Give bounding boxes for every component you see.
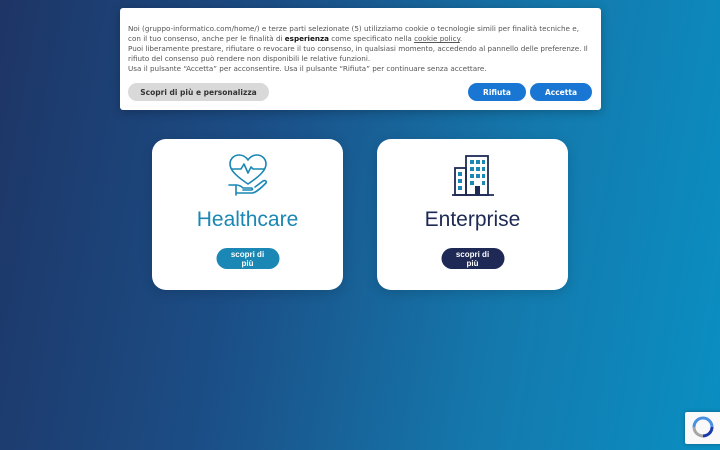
cookie-text-bold: esperienza <box>284 34 330 43</box>
cookie-banner-line2: Puoi liberamente prestare, rifiutare o r… <box>128 44 588 63</box>
accept-button[interactable]: Accetta <box>530 83 592 101</box>
cookie-banner: Noi (gruppo-informatico.com/home/) e ter… <box>120 8 601 110</box>
reject-button[interactable]: Rifiuta <box>468 83 526 101</box>
recaptcha-badge[interactable] <box>685 412 720 444</box>
customize-button[interactable]: Scopri di più e personalizza <box>128 83 269 101</box>
cookie-banner-text: Noi (gruppo-informatico.com/home/) e ter… <box>128 24 593 74</box>
cookie-text-mid: come specificato nella <box>329 34 415 43</box>
enterprise-title: Enterprise <box>424 208 521 231</box>
building-icon <box>451 155 494 196</box>
healthcare-title: Healthcare <box>196 208 299 231</box>
cookie-policy-link[interactable]: cookie policy <box>414 34 460 43</box>
recaptcha-icon <box>692 416 714 438</box>
enterprise-learn-more-button[interactable]: scopri di più <box>441 248 504 269</box>
enterprise-card[interactable]: Enterprise scopri di più <box>377 139 568 290</box>
cookie-text-end: . <box>459 34 463 43</box>
healthcare-card[interactable]: Healthcare scopri di più <box>152 139 343 290</box>
cookie-banner-line3: Usa il pulsante “Accetta” per acconsenti… <box>128 64 487 73</box>
heart-hand-icon <box>227 154 267 196</box>
cookie-banner-line1: Noi (gruppo-informatico.com/home/) e ter… <box>128 24 593 44</box>
healthcare-learn-more-button[interactable]: scopri di più <box>216 248 279 269</box>
